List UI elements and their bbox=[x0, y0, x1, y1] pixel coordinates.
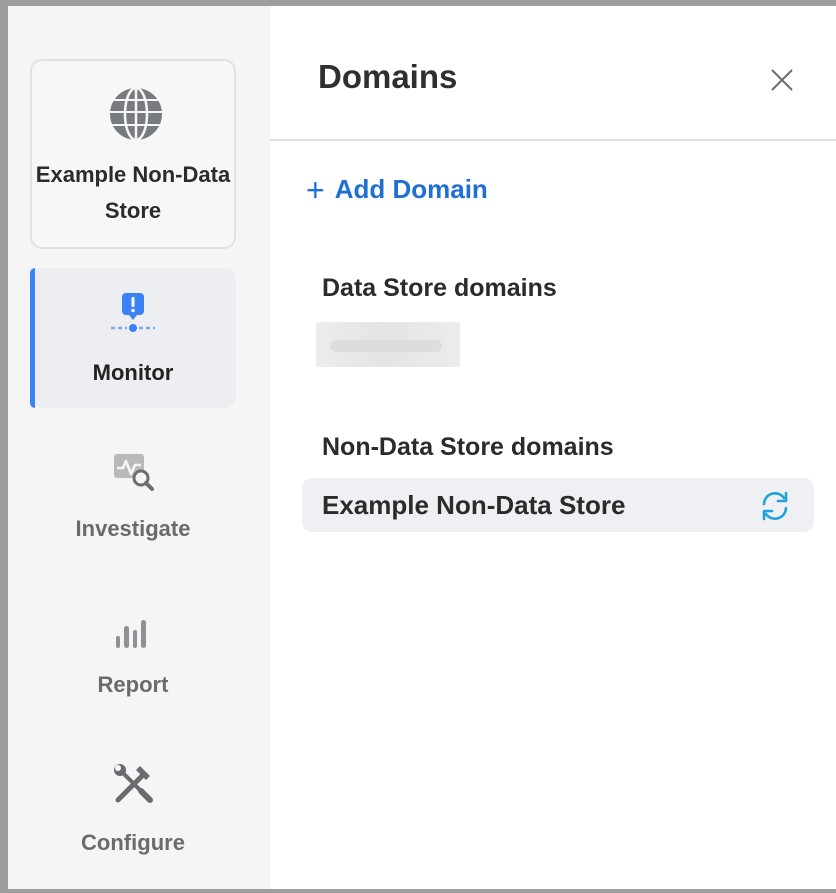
report-bars-icon bbox=[116, 620, 146, 648]
nav-label-investigate: Investigate bbox=[75, 516, 191, 541]
nav-item-configure[interactable]: Configure bbox=[30, 748, 236, 888]
monitor-alert-icon bbox=[111, 293, 155, 332]
domain-switcher-card[interactable]: Example Non-Data Store bbox=[30, 59, 236, 249]
investigate-icon bbox=[114, 454, 154, 491]
add-domain-button[interactable]: + Add Domain bbox=[306, 171, 488, 208]
close-icon[interactable] bbox=[766, 64, 798, 96]
nav-item-report[interactable]: Report bbox=[30, 592, 236, 732]
current-domain-label: Example Non-Data Store bbox=[35, 162, 231, 223]
domains-panel: Domains + Add Domain Data Store domains … bbox=[270, 6, 836, 889]
nav-item-monitor[interactable]: Monitor bbox=[30, 268, 236, 408]
page-title: Domains bbox=[318, 58, 458, 95]
nav-label-monitor: Monitor bbox=[92, 360, 174, 385]
section-title-non-data-store: Non-Data Store domains bbox=[322, 433, 614, 461]
panel-header: Domains bbox=[270, 6, 836, 141]
configure-tools-icon bbox=[114, 764, 153, 803]
plus-icon: + bbox=[306, 171, 325, 208]
sync-icon[interactable] bbox=[758, 489, 792, 523]
add-domain-label: Add Domain bbox=[334, 174, 488, 204]
non-data-store-domain-item[interactable]: Example Non-Data Store bbox=[302, 478, 814, 532]
sidebar: Example Non-Data Store Monitor Investiga… bbox=[8, 6, 270, 889]
nav-label-report: Report bbox=[97, 672, 169, 697]
nav-item-investigate[interactable]: Investigate bbox=[30, 436, 236, 576]
domain-item-label: Example Non-Data Store bbox=[322, 490, 626, 520]
data-store-domain-item[interactable] bbox=[316, 322, 460, 367]
section-title-data-store: Data Store domains bbox=[322, 274, 557, 302]
globe-icon bbox=[110, 86, 162, 142]
nav-label-configure: Configure bbox=[81, 830, 185, 855]
